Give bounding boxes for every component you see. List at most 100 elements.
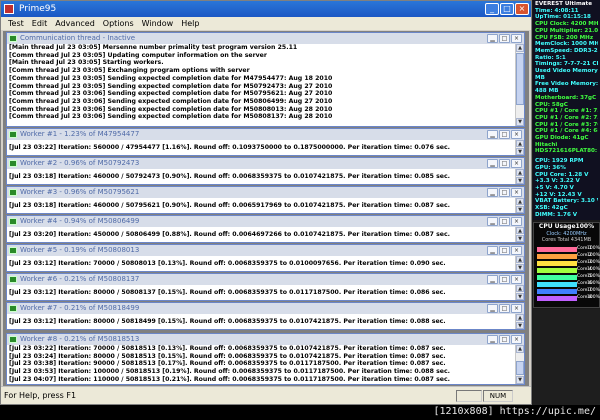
child-close-button[interactable]: × xyxy=(511,275,522,284)
menu-options[interactable]: Options xyxy=(99,17,138,30)
worker-2-scrollbar[interactable]: ▲ ▼ xyxy=(515,169,524,184)
worker-8-scrollbar[interactable]: ▲ ▼ xyxy=(515,345,524,384)
child-minimize-button[interactable]: ▁ xyxy=(487,188,498,197)
child-close-button[interactable]: × xyxy=(511,304,522,313)
scroll-up-arrow-icon[interactable]: ▲ xyxy=(516,44,524,52)
scroll-down-arrow-icon[interactable]: ▼ xyxy=(516,376,524,384)
child-minimize-button[interactable]: ▁ xyxy=(487,246,498,255)
worker-2-log[interactable]: [Jul 23 03:18] Iteration: 460000 / 50792… xyxy=(7,169,524,184)
child-minimize-button[interactable]: ▁ xyxy=(487,217,498,226)
scroll-down-arrow-icon[interactable]: ▼ xyxy=(516,148,524,155)
comm-scrollbar[interactable]: ▲ ▼ xyxy=(515,44,524,126)
worker-3-log[interactable]: [Jul 23 03:18] Iteration: 460000 / 50795… xyxy=(7,198,524,213)
worker-4-scrollbar[interactable]: ▲ ▼ xyxy=(515,227,524,242)
worker-1-scrollbar[interactable]: ▲ ▼ xyxy=(515,140,524,155)
worker-5-titlebar[interactable]: Worker #5 - 0.19% of M50808013 ▁ □ × xyxy=(7,245,524,256)
scroll-thumb[interactable] xyxy=(516,361,524,375)
worker-4-window: Worker #4 - 0.94% of M50806499 ▁ □ × [Jul 23… xyxy=(6,215,525,243)
scroll-up-arrow-icon[interactable]: ▲ xyxy=(516,285,524,292)
worker-5-scrollbar[interactable]: ▲ ▼ xyxy=(515,256,524,271)
child-minimize-button[interactable]: ▁ xyxy=(487,34,498,43)
worker-4-log[interactable]: [Jul 23 03:20] Iteration: 450000 / 50806… xyxy=(7,227,524,242)
scroll-up-arrow-icon[interactable]: ▲ xyxy=(516,256,524,263)
scroll-thumb[interactable] xyxy=(516,53,524,105)
worker-1-log[interactable]: [Jul 23 03:22] Iteration: 560000 / 47954… xyxy=(7,140,524,155)
cpu-core-row: Core 4 100% xyxy=(537,267,600,273)
menu-window[interactable]: Window xyxy=(138,17,178,30)
child-maximize-button[interactable]: □ xyxy=(499,275,510,284)
scroll-down-arrow-icon[interactable]: ▼ xyxy=(516,293,524,300)
everest-sensor-line: Free Video Memory: xyxy=(535,81,598,88)
worker-1-titlebar[interactable]: Worker #1 - 1.23% of M47954477 ▁ □ × xyxy=(7,129,524,140)
scroll-down-arrow-icon[interactable]: ▼ xyxy=(516,322,524,329)
child-minimize-button[interactable]: ▁ xyxy=(487,275,498,284)
minimize-button[interactable]: _ xyxy=(485,3,499,15)
menu-test[interactable]: Test xyxy=(4,17,28,30)
child-close-button[interactable]: × xyxy=(511,34,522,43)
window-titlebar[interactable]: Prime95 _ □ × xyxy=(1,1,531,17)
scroll-up-arrow-icon[interactable]: ▲ xyxy=(516,314,524,321)
menu-edit[interactable]: Edit xyxy=(28,17,52,30)
comm-window-titlebar[interactable]: Communication thread - Inactive ▁ □ × xyxy=(7,33,524,44)
scroll-down-arrow-icon[interactable]: ▼ xyxy=(516,177,524,184)
child-maximize-button[interactable]: □ xyxy=(499,304,510,313)
worker-3-scrollbar[interactable]: ▲ ▼ xyxy=(515,198,524,213)
worker-7-titlebar[interactable]: Worker #7 - 0.21% of M50818499 ▁ □ × xyxy=(7,303,524,314)
worker-6-scrollbar[interactable]: ▲ ▼ xyxy=(515,285,524,300)
worker-6-log[interactable]: [Jul 23 03:12] Iteration: 80000 / 508081… xyxy=(7,285,524,300)
worker-4-titlebar[interactable]: Worker #4 - 0.94% of M50806499 ▁ □ × xyxy=(7,216,524,227)
child-close-button[interactable]: × xyxy=(511,217,522,226)
maximize-button[interactable]: □ xyxy=(500,3,514,15)
child-minimize-button[interactable]: ▁ xyxy=(487,159,498,168)
scroll-up-arrow-icon[interactable]: ▲ xyxy=(516,140,524,147)
scroll-up-arrow-icon[interactable]: ▲ xyxy=(516,169,524,176)
child-maximize-button[interactable]: □ xyxy=(499,34,510,43)
worker-1-title: Worker #1 - 1.23% of M47954477 xyxy=(20,130,140,138)
child-minimize-button[interactable]: ▁ xyxy=(487,335,498,344)
child-maximize-button[interactable]: □ xyxy=(499,130,510,139)
scroll-up-arrow-icon[interactable]: ▲ xyxy=(516,227,524,234)
close-button[interactable]: × xyxy=(515,3,529,15)
worker-5-log[interactable]: [Jul 23 03:12] Iteration: 70000 / 508080… xyxy=(7,256,524,271)
image-watermark: [1210x808] https://upic.me/ xyxy=(433,406,596,417)
worker-3-title: Worker #3 - 0.96% of M50795621 xyxy=(20,188,140,196)
worker-3-titlebar[interactable]: Worker #3 - 0.96% of M50795621 ▁ □ × xyxy=(7,187,524,198)
worker-8-window: Worker #8 - 0.21% of M50818513 ▁ □ × [Ju… xyxy=(6,333,525,385)
worker-log-line: [Jul 23 03:22] Iteration: 70000 / 508185… xyxy=(9,345,446,352)
scroll-up-arrow-icon[interactable]: ▲ xyxy=(516,198,524,205)
child-close-button[interactable]: × xyxy=(511,159,522,168)
child-close-button[interactable]: × xyxy=(511,188,522,197)
cpu-core-row: Core 8 100% xyxy=(537,295,600,301)
worker-8-log[interactable]: [Jul 23 03:22] Iteration: 70000 / 508185… xyxy=(7,345,524,384)
child-maximize-button[interactable]: □ xyxy=(499,217,510,226)
child-minimize-button[interactable]: ▁ xyxy=(487,304,498,313)
child-maximize-button[interactable]: □ xyxy=(499,335,510,344)
child-close-button[interactable]: × xyxy=(511,130,522,139)
everest-sensor-line: EVEREST Ultimate xyxy=(535,1,593,7)
worker-6-titlebar[interactable]: Worker #6 - 0.21% of M50808137 ▁ □ × xyxy=(7,274,524,285)
child-maximize-button[interactable]: □ xyxy=(499,188,510,197)
prime95-app-icon xyxy=(4,4,14,14)
worker-8-titlebar[interactable]: Worker #8 - 0.21% of M50818513 ▁ □ × xyxy=(7,334,524,345)
scroll-down-arrow-icon[interactable]: ▼ xyxy=(516,118,524,126)
comm-log[interactable]: [Main thread Jul 23 03:05] Mersenne numb… xyxy=(7,44,524,126)
child-maximize-button[interactable]: □ xyxy=(499,246,510,255)
worker-6-title: Worker #6 - 0.21% of M50808137 xyxy=(20,275,140,283)
menu-help[interactable]: Help xyxy=(177,17,203,30)
child-maximize-button[interactable]: □ xyxy=(499,159,510,168)
scroll-down-arrow-icon[interactable]: ▼ xyxy=(516,206,524,213)
worker-window-icon xyxy=(9,247,17,254)
scroll-down-arrow-icon[interactable]: ▼ xyxy=(516,264,524,271)
worker-7-log[interactable]: [Jul 23 03:12] Iteration: 80000 / 508184… xyxy=(7,314,524,329)
scroll-down-arrow-icon[interactable]: ▼ xyxy=(516,235,524,242)
menu-advanced[interactable]: Advanced xyxy=(51,17,99,30)
everest-sensor-line: Ratio: 5:1 xyxy=(535,54,566,61)
child-close-button[interactable]: × xyxy=(511,335,522,344)
worker-2-titlebar[interactable]: Worker #2 - 0.96% of M50792473 ▁ □ × xyxy=(7,158,524,169)
child-close-button[interactable]: × xyxy=(511,246,522,255)
child-minimize-button[interactable]: ▁ xyxy=(487,130,498,139)
worker-7-scrollbar[interactable]: ▲ ▼ xyxy=(515,314,524,329)
scroll-up-arrow-icon[interactable]: ▲ xyxy=(516,345,524,353)
cpu-core-usage-bar xyxy=(537,289,577,294)
everest-sensor-panel: EVEREST Ultimate Time: 4:08:11 UpTime: 01:… xyxy=(533,0,600,220)
